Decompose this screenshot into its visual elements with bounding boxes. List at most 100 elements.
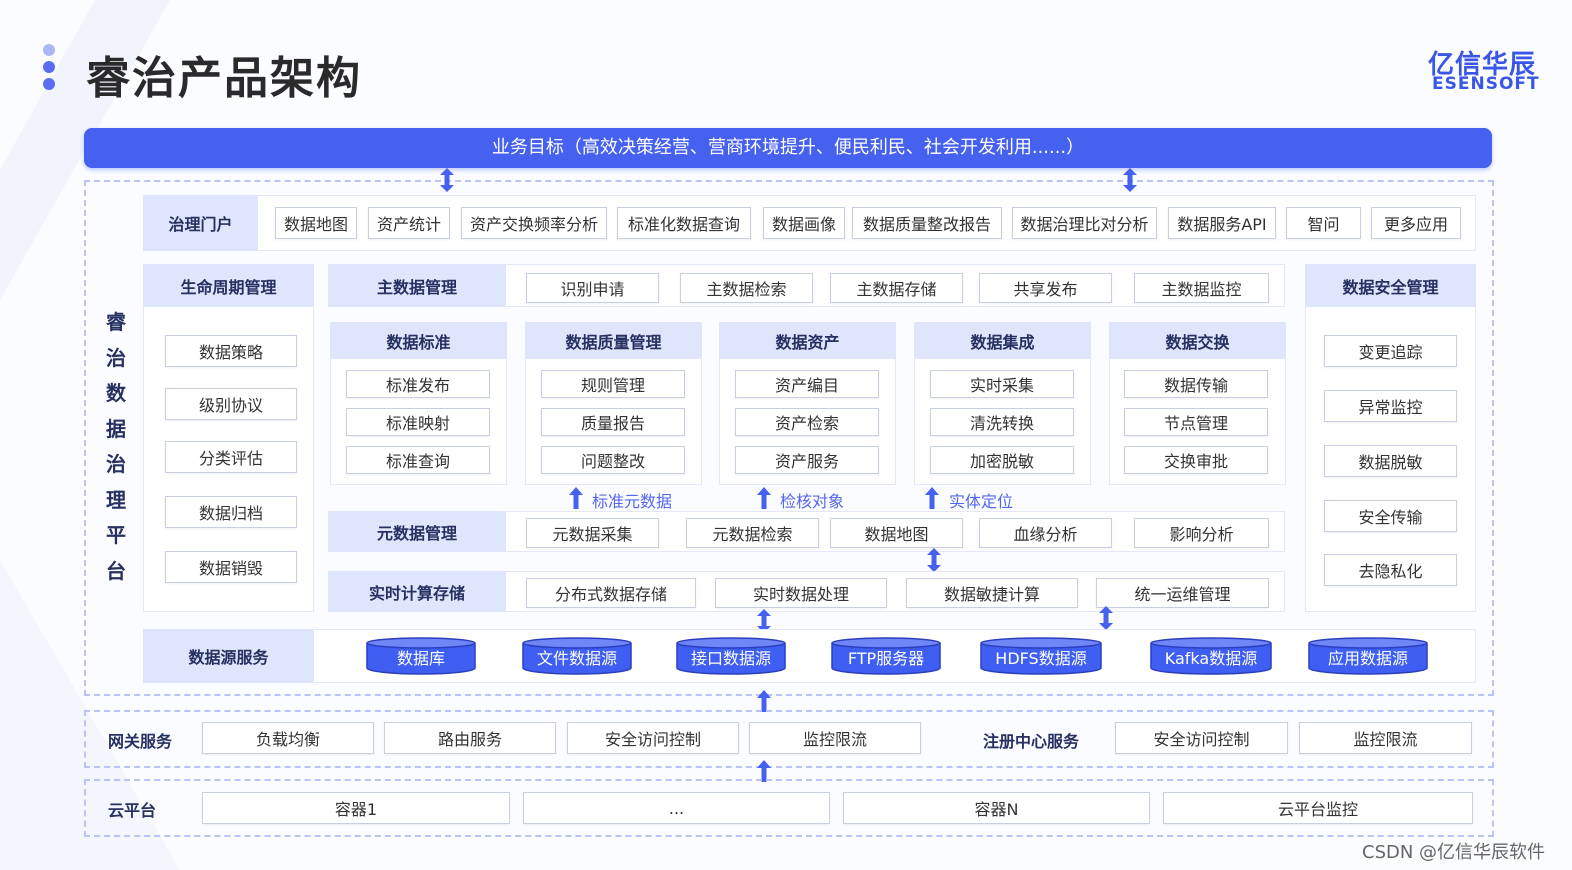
portal-item[interactable]: 数据服务API (1168, 207, 1276, 239)
double-arrow-icon (440, 168, 454, 192)
module-item[interactable]: 规则管理 (541, 370, 685, 398)
module-item[interactable]: 节点管理 (1124, 408, 1268, 436)
security-item[interactable]: 去隐私化 (1324, 554, 1457, 586)
module-label: 数据交换 (1109, 322, 1286, 359)
registry-item[interactable]: 安全访问控制 (1115, 722, 1288, 754)
lifecycle-item[interactable]: 数据策略 (165, 335, 297, 367)
metadata-item[interactable]: 数据地图 (830, 518, 963, 548)
module-label: 数据资产 (719, 322, 896, 359)
datasource-name: HDFS数据源 (995, 649, 1087, 668)
metadata-item[interactable]: 血缘分析 (979, 518, 1112, 548)
datasource-cylinder[interactable]: 接口数据源 (676, 637, 786, 675)
vertical-title-char: 台 (106, 558, 126, 583)
cloud-item[interactable]: ... (523, 792, 830, 824)
portal-item[interactable]: 更多应用 (1371, 207, 1461, 239)
header-dot-icon (43, 78, 55, 90)
realtime-label: 实时计算存储 (328, 571, 506, 612)
module-item[interactable]: 问题整改 (541, 446, 685, 474)
datasource-name: 数据库 (396, 649, 445, 668)
up-arrow-icon (757, 487, 771, 509)
business-goal-banner: 业务目标（高效决策经营、营商环境提升、便民利民、社会开发利用......） (84, 128, 1492, 168)
module-item[interactable]: 标准查询 (346, 446, 490, 474)
datasource-cylinder[interactable]: 文件数据源 (522, 637, 632, 675)
master-data-item[interactable]: 主数据存储 (830, 273, 963, 303)
lifecycle-item[interactable]: 分类评估 (165, 441, 297, 473)
up-arrow-icon (925, 487, 939, 509)
gateway-label: 网关服务 (108, 732, 173, 751)
module-item[interactable]: 交换审批 (1124, 446, 1268, 474)
portal-item[interactable]: 标准化数据查询 (617, 207, 751, 239)
module-label: 数据集成 (914, 322, 1091, 359)
metadata-item[interactable]: 影响分析 (1134, 518, 1269, 548)
registry-item[interactable]: 监控限流 (1299, 722, 1472, 754)
module-item[interactable]: 清洗转换 (930, 408, 1074, 436)
registry-label: 注册中心服务 (983, 732, 1080, 751)
double-arrow-icon (927, 548, 941, 572)
module-label: 数据质量管理 (525, 322, 702, 359)
datasource-panel (143, 629, 1476, 683)
vertical-title-char: 数 (106, 381, 126, 405)
portal-item[interactable]: 数据治理比对分析 (1012, 207, 1157, 239)
security-item[interactable]: 安全传输 (1324, 500, 1457, 532)
module-item[interactable]: 资产检索 (735, 408, 879, 436)
lifecycle-item[interactable]: 数据销毁 (165, 551, 297, 583)
module-label: 数据标准 (330, 322, 507, 359)
datasource-name: 应用数据源 (1327, 649, 1408, 668)
portal-item[interactable]: 智问 (1286, 207, 1361, 239)
portal-item[interactable]: 数据画像 (763, 207, 845, 239)
security-item[interactable]: 异常监控 (1324, 390, 1457, 422)
metadata-item[interactable]: 元数据采集 (526, 518, 659, 548)
module-item[interactable]: 标准发布 (346, 370, 490, 398)
lifecycle-item[interactable]: 级别协议 (165, 388, 297, 420)
portal-item[interactable]: 数据质量整改报告 (852, 207, 1002, 239)
datasource-cylinder[interactable]: FTP服务器 (831, 637, 941, 675)
flow-label: 检核对象 (780, 492, 845, 511)
portal-item[interactable]: 数据地图 (275, 207, 357, 239)
gateway-item[interactable]: 负载均衡 (202, 722, 374, 754)
header-dot-icon (43, 44, 55, 56)
module-item[interactable]: 数据传输 (1124, 370, 1268, 398)
double-arrow-icon (1123, 168, 1137, 192)
flow-label: 标准元数据 (592, 492, 673, 511)
module-item[interactable]: 资产编目 (735, 370, 879, 398)
master-data-item[interactable]: 主数据检索 (680, 273, 813, 303)
datasource-cylinder[interactable]: 应用数据源 (1308, 637, 1428, 675)
lifecycle-item[interactable]: 数据归档 (165, 496, 297, 528)
vertical-title-char: 理 (106, 487, 126, 512)
master-data-item[interactable]: 识别申请 (526, 273, 659, 303)
module-item[interactable]: 实时采集 (930, 370, 1074, 398)
metadata-item[interactable]: 元数据检索 (686, 518, 819, 548)
realtime-item[interactable]: 分布式数据存储 (526, 578, 696, 608)
datasource-cylinder[interactable]: HDFS数据源 (980, 637, 1102, 675)
module-item[interactable]: 加密脱敏 (930, 446, 1074, 474)
master-data-item[interactable]: 共享发布 (979, 273, 1112, 303)
up-arrow-icon (757, 690, 771, 712)
datasource-name: Kafka数据源 (1164, 649, 1258, 668)
master-data-item[interactable]: 主数据监控 (1134, 273, 1269, 303)
platform-vertical-title: 睿 治 数 据 治 理 平 台 (104, 305, 128, 589)
cloud-item[interactable]: 容器1 (202, 792, 510, 824)
watermark: CSDN @亿信华辰软件 (1362, 842, 1546, 863)
security-item[interactable]: 变更追踪 (1324, 335, 1457, 367)
master-data-label: 主数据管理 (328, 264, 506, 307)
security-item[interactable]: 数据脱敏 (1324, 445, 1457, 477)
double-arrow-icon (1099, 606, 1113, 630)
datasource-cylinder[interactable]: Kafka数据源 (1150, 637, 1272, 675)
cloud-item[interactable]: 容器N (843, 792, 1150, 824)
flow-label: 实体定位 (949, 492, 1014, 511)
cloud-item[interactable]: 云平台监控 (1163, 792, 1473, 824)
module-item[interactable]: 质量报告 (541, 408, 685, 436)
gateway-item[interactable]: 路由服务 (384, 722, 556, 754)
datasource-cylinder[interactable]: 数据库 (366, 637, 476, 675)
portal-item[interactable]: 资产交换频率分析 (461, 207, 607, 239)
gateway-item[interactable]: 安全访问控制 (567, 722, 739, 754)
realtime-item[interactable]: 数据敏捷计算 (906, 578, 1078, 608)
module-item[interactable]: 标准映射 (346, 408, 490, 436)
vertical-title-char: 睿 (106, 310, 126, 334)
portal-item[interactable]: 资产统计 (368, 207, 450, 239)
vertical-title-char: 据 (106, 416, 126, 441)
module-item[interactable]: 资产服务 (735, 446, 879, 474)
realtime-item[interactable]: 统一运维管理 (1096, 578, 1269, 608)
realtime-item[interactable]: 实时数据处理 (715, 578, 887, 608)
gateway-item[interactable]: 监控限流 (749, 722, 921, 754)
